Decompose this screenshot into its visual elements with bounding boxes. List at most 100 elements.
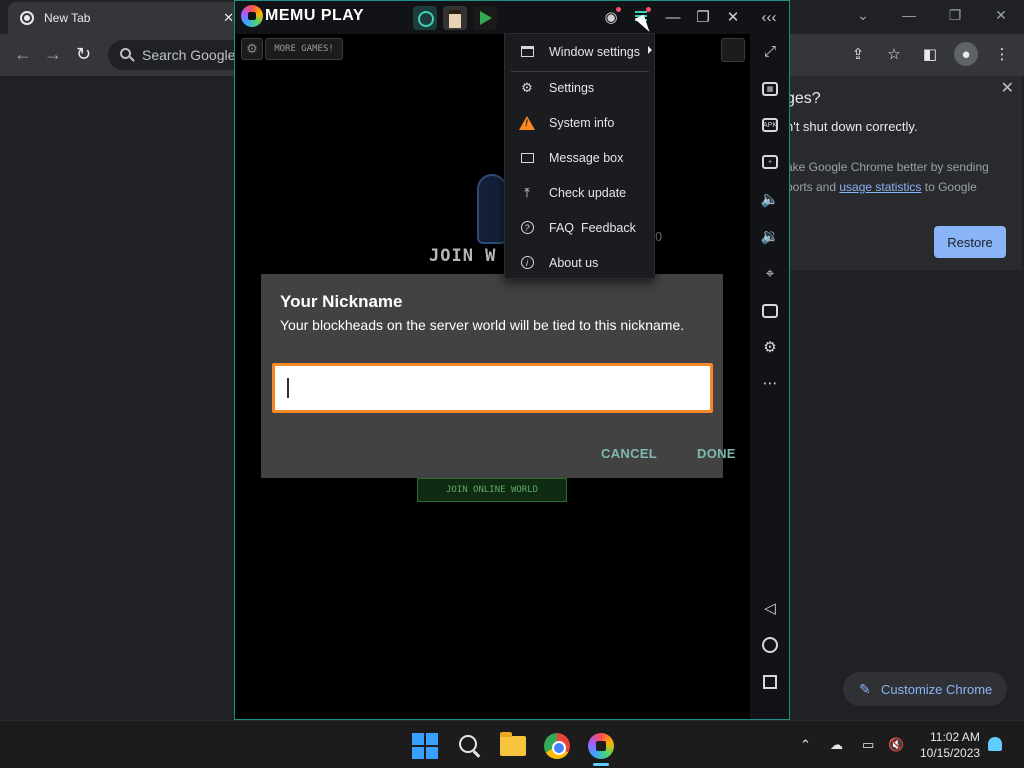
memu-titlebar: MEMU PLAY ◉ — ❐ ✕ ‹‹‹ <box>235 1 789 34</box>
memu-logo-icon <box>241 5 263 27</box>
profile-icon[interactable]: ● <box>954 42 978 66</box>
more-icon[interactable]: ⋯ <box>757 370 783 396</box>
tab-search-icon[interactable]: ⌄ <box>840 0 886 30</box>
chrome-taskbar-icon[interactable] <box>544 733 570 759</box>
restore-pages-bubble: ges? ✕ n't shut down correctly. ake Goog… <box>786 76 1022 270</box>
bookmark-star-icon[interactable]: ☆ <box>882 42 906 66</box>
user-icon[interactable]: ◉ <box>599 5 623 29</box>
chrome-restore-button[interactable]: ❐ <box>932 0 978 30</box>
chrome-menu-icon[interactable]: ⋮ <box>990 42 1014 66</box>
taskbar-search-icon[interactable] <box>456 733 482 759</box>
dialog-description: Your blockheads on the server world will… <box>280 317 685 333</box>
menu-item-check-update[interactable]: ⤒ Check update <box>505 175 654 210</box>
recents-icon[interactable] <box>763 675 777 689</box>
menu-item-window-settings[interactable]: Window settings <box>505 34 654 69</box>
windows-taskbar: ⌃ ☁ ▭ 🔇 11:02 AM 10/15/2023 <box>0 720 1024 768</box>
game-gear-icon[interactable]: ⚙ <box>241 38 263 60</box>
wifi-pod-icon <box>477 174 507 244</box>
menu-item-faq-feedback[interactable]: ? FAQ Feedback <box>505 210 654 245</box>
join-world-title-right: O <box>655 230 663 244</box>
notification-bell-icon[interactable] <box>988 737 1002 751</box>
minimize-icon[interactable]: — <box>661 5 685 29</box>
forward-arrow-icon[interactable]: → <box>44 44 62 65</box>
pencil-icon: ✎ <box>859 681 871 697</box>
network-icon[interactable]: ▭ <box>862 737 874 753</box>
restore-bubble-stats-line: ake Google Chrome better by sending <box>786 160 989 174</box>
mail-icon <box>519 150 535 166</box>
menu-item-settings[interactable]: ⚙ Settings <box>505 70 654 105</box>
chrome-toolbar-right: ⇪ ☆ ◧ ● ⋮ <box>846 42 1014 66</box>
omnibox-search-input[interactable]: Search Google <box>108 40 248 70</box>
usage-statistics-link[interactable]: usage statistics <box>839 180 921 194</box>
reload-icon[interactable]: ↻ <box>76 44 91 65</box>
chrome-window-controls: ⌄ — ❐ ✕ <box>840 0 1024 30</box>
nickname-input[interactable] <box>272 363 713 413</box>
info-icon: i <box>519 255 535 271</box>
keyboard-icon[interactable]: ▦ <box>762 82 778 96</box>
tab-close-icon[interactable]: ✕ <box>223 10 234 26</box>
volume-muted-icon[interactable]: 🔇 <box>888 737 904 753</box>
done-button[interactable]: DONE <box>697 446 736 461</box>
window-icon <box>519 44 535 60</box>
upload-icon: ⤒ <box>524 184 530 200</box>
warning-icon <box>519 115 535 131</box>
active-app-indicator <box>593 763 609 766</box>
menu-item-about-us[interactable]: i About us <box>505 245 654 280</box>
back-icon[interactable]: ◁ <box>757 595 783 621</box>
restore-bubble-message: n't shut down correctly. <box>786 119 918 134</box>
bubble-close-icon[interactable]: ✕ <box>1001 78 1014 98</box>
chat-app-tab-icon[interactable] <box>413 6 437 30</box>
gear-icon: ⚙ <box>521 79 533 95</box>
text-caret <box>287 378 289 398</box>
fullscreen-icon[interactable]: ⤢ <box>757 38 783 64</box>
menu-item-system-info[interactable]: System info <box>505 105 654 140</box>
android-game-area[interactable]: ⚙ MORE GAMES! JOIN W O JOIN ONLINE WORLD… <box>235 34 750 719</box>
apk-icon[interactable]: APK <box>762 118 778 132</box>
tray-chevron-up-icon[interactable]: ⌃ <box>800 737 811 753</box>
memu-main-menu: Window settings ⚙ Settings System info M… <box>504 33 655 279</box>
memu-taskbar-icon[interactable] <box>588 733 614 759</box>
collapse-icon[interactable]: ‹‹‹ <box>757 5 781 29</box>
clock-date[interactable]: 10/15/2023 <box>920 746 980 760</box>
chrome-tab-title: New Tab <box>44 11 91 25</box>
submenu-arrow-icon <box>648 46 652 54</box>
side-panel-icon[interactable]: ◧ <box>918 42 942 66</box>
chrome-minimize-button[interactable]: — <box>886 0 932 30</box>
play-store-tab-icon[interactable] <box>473 6 497 30</box>
join-online-world-button[interactable]: JOIN ONLINE WORLD <box>417 478 567 502</box>
nickname-dialog: Your Nickname Your blockheads on the ser… <box>261 274 735 478</box>
help-icon: ? <box>519 220 535 236</box>
keymap-hint-icon[interactable] <box>721 38 745 62</box>
cancel-button[interactable]: CANCEL <box>601 446 657 461</box>
location-icon[interactable]: ⌖ <box>757 260 783 286</box>
join-world-title: JOIN W <box>429 246 497 266</box>
restore-icon[interactable]: ❐ <box>691 5 715 29</box>
restore-bubble-title: ges? <box>786 90 821 107</box>
chrome-favicon-icon <box>20 11 34 25</box>
folder-icon[interactable] <box>762 304 778 318</box>
close-icon[interactable]: ✕ <box>721 5 745 29</box>
search-icon <box>120 48 131 59</box>
multi-window-icon[interactable]: + <box>762 155 778 169</box>
share-icon[interactable]: ⇪ <box>846 42 870 66</box>
clock-time[interactable]: 11:02 AM <box>930 730 980 744</box>
omnibox-placeholder: Search Google <box>142 47 236 63</box>
memu-side-toolbar: ⤢ ▦ APK + 🔈 🔉 ⌖ ⚙ ⋯ ◁ <box>750 34 789 719</box>
file-explorer-icon[interactable] <box>500 732 526 756</box>
onedrive-icon[interactable]: ☁ <box>830 737 843 753</box>
back-arrow-icon[interactable]: ← <box>14 44 32 65</box>
volume-down-icon[interactable]: 🔉 <box>757 223 783 249</box>
windows-start-icon[interactable] <box>412 733 438 759</box>
volume-up-icon[interactable]: 🔈 <box>757 186 783 212</box>
settings-icon[interactable]: ⚙ <box>757 334 783 360</box>
restore-button[interactable]: Restore <box>934 226 1006 258</box>
chrome-close-button[interactable]: ✕ <box>978 0 1024 30</box>
menu-item-message-box[interactable]: Message box <box>505 140 654 175</box>
more-games-button[interactable]: MORE GAMES! <box>265 38 343 60</box>
customize-chrome-label: Customize Chrome <box>881 681 993 697</box>
customize-chrome-button[interactable]: ✎ Customize Chrome <box>843 672 1007 706</box>
dialog-title: Your Nickname <box>280 292 403 311</box>
blockheads-app-tab-icon[interactable] <box>443 6 467 30</box>
home-icon[interactable] <box>762 637 778 653</box>
chrome-tab-new-tab[interactable]: New Tab ✕ <box>8 2 240 34</box>
